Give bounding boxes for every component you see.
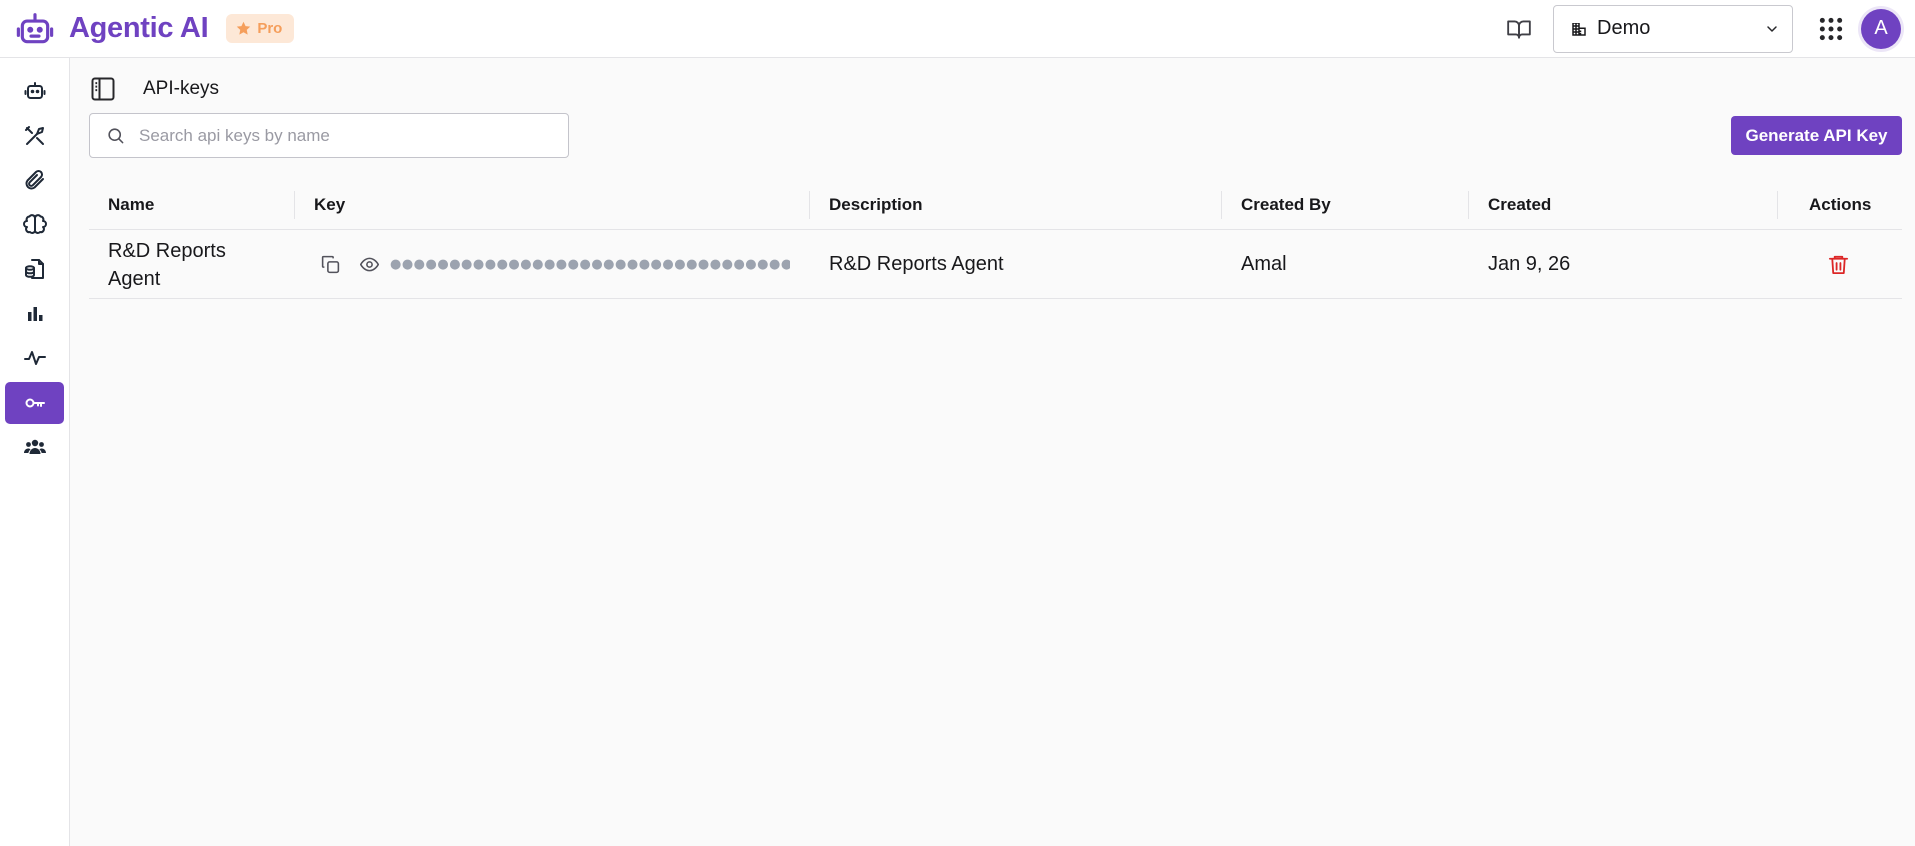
delete-key-button[interactable] bbox=[1827, 253, 1850, 276]
copy-icon bbox=[321, 255, 339, 274]
book-open-icon bbox=[1507, 19, 1531, 39]
brand-title: Agentic AI bbox=[69, 12, 209, 44]
sidebar-item-tools[interactable] bbox=[5, 115, 64, 157]
generate-api-key-button[interactable]: Generate API Key bbox=[1731, 116, 1902, 155]
brand[interactable]: Agentic AI Pro bbox=[16, 0, 295, 58]
top-header: Agentic AI Pro Demo A bbox=[0, 0, 1915, 58]
search-input[interactable] bbox=[139, 125, 559, 146]
actions-cell bbox=[1827, 230, 1850, 299]
show-key-button[interactable] bbox=[356, 252, 382, 278]
column-header-description[interactable]: Description bbox=[829, 179, 923, 230]
column-divider bbox=[1777, 191, 1778, 219]
grid-dots-icon bbox=[1819, 17, 1843, 40]
key-description: R&D Reports Agent bbox=[829, 253, 1004, 275]
column-divider bbox=[294, 191, 295, 219]
brain-icon bbox=[22, 214, 47, 234]
building-icon bbox=[1572, 22, 1586, 36]
column-divider bbox=[1221, 191, 1222, 219]
user-avatar[interactable]: A bbox=[1861, 8, 1901, 49]
eye-icon bbox=[359, 257, 379, 272]
panel-left-icon bbox=[91, 77, 115, 101]
bar-chart-icon bbox=[27, 307, 42, 321]
sidebar-item-users[interactable] bbox=[5, 426, 64, 468]
column-header-actions: Actions bbox=[1809, 194, 1872, 214]
sidebar-item-api-keys[interactable] bbox=[5, 382, 64, 424]
documentation-button[interactable] bbox=[1499, 9, 1539, 49]
sidebar-item-analytics[interactable] bbox=[5, 293, 64, 335]
table-header: Name Key Description Created By Created … bbox=[89, 179, 1902, 230]
paperclip-icon bbox=[25, 169, 44, 190]
robot-logo-icon bbox=[16, 10, 54, 48]
copy-key-button[interactable] bbox=[317, 252, 343, 278]
sidebar-item-attachments[interactable] bbox=[5, 159, 64, 201]
robot-icon bbox=[24, 82, 45, 99]
users-icon bbox=[23, 439, 46, 454]
page-header: API-keys bbox=[89, 75, 219, 103]
search-icon bbox=[108, 128, 124, 144]
apps-launcher-button[interactable] bbox=[1811, 9, 1851, 49]
activity-icon bbox=[23, 351, 46, 365]
api-keys-table: Name Key Description Created By Created … bbox=[89, 179, 1902, 299]
database-document-icon bbox=[24, 259, 44, 279]
trash-icon bbox=[1828, 255, 1849, 275]
sidebar-toggle-button[interactable] bbox=[89, 75, 117, 103]
sidebar-item-models[interactable] bbox=[5, 204, 64, 246]
column-divider bbox=[1468, 191, 1469, 219]
table-row[interactable]: R&D Reports Agent ●●●●●●●●●●●●●●●●●●●●●●… bbox=[89, 230, 1902, 299]
search-field[interactable] bbox=[89, 113, 569, 158]
column-header-key[interactable]: Key bbox=[314, 179, 345, 230]
column-header-created-by[interactable]: Created By bbox=[1241, 179, 1331, 230]
key-created-by: Amal bbox=[1241, 253, 1287, 275]
organization-select[interactable]: Demo bbox=[1553, 4, 1793, 53]
key-name: R&D Reports Agent bbox=[108, 239, 226, 290]
key-icon bbox=[25, 398, 45, 408]
page-title: API-keys bbox=[143, 78, 220, 99]
pro-badge-label: Pro bbox=[257, 20, 283, 37]
header-actions: Demo A bbox=[1499, 0, 1915, 58]
column-divider bbox=[809, 191, 810, 219]
chevron-down-icon bbox=[1767, 25, 1777, 32]
sidebar-item-monitoring[interactable] bbox=[5, 337, 64, 379]
column-header-name[interactable]: Name bbox=[108, 179, 154, 230]
masked-key: ●●●●●●●●●●●●●●●●●●●●●●●●●●●●●●●●●●●●●●●●… bbox=[390, 257, 790, 272]
pro-badge: Pro bbox=[226, 14, 295, 43]
key-created-date: Jan 9, 26 bbox=[1488, 253, 1571, 275]
tools-icon bbox=[24, 126, 44, 145]
key-cell: ●●●●●●●●●●●●●●●●●●●●●●●●●●●●●●●●●●●●●●●●… bbox=[317, 230, 790, 299]
sidebar-nav bbox=[0, 58, 70, 846]
organization-name: Demo bbox=[1597, 17, 1651, 39]
sidebar-item-data-sources[interactable] bbox=[5, 248, 64, 290]
sidebar-item-agents[interactable] bbox=[5, 70, 64, 112]
column-header-created[interactable]: Created bbox=[1488, 179, 1551, 230]
main-content: API-keys Generate API Key Name Key Descr… bbox=[71, 58, 1915, 846]
star-icon bbox=[237, 21, 251, 35]
